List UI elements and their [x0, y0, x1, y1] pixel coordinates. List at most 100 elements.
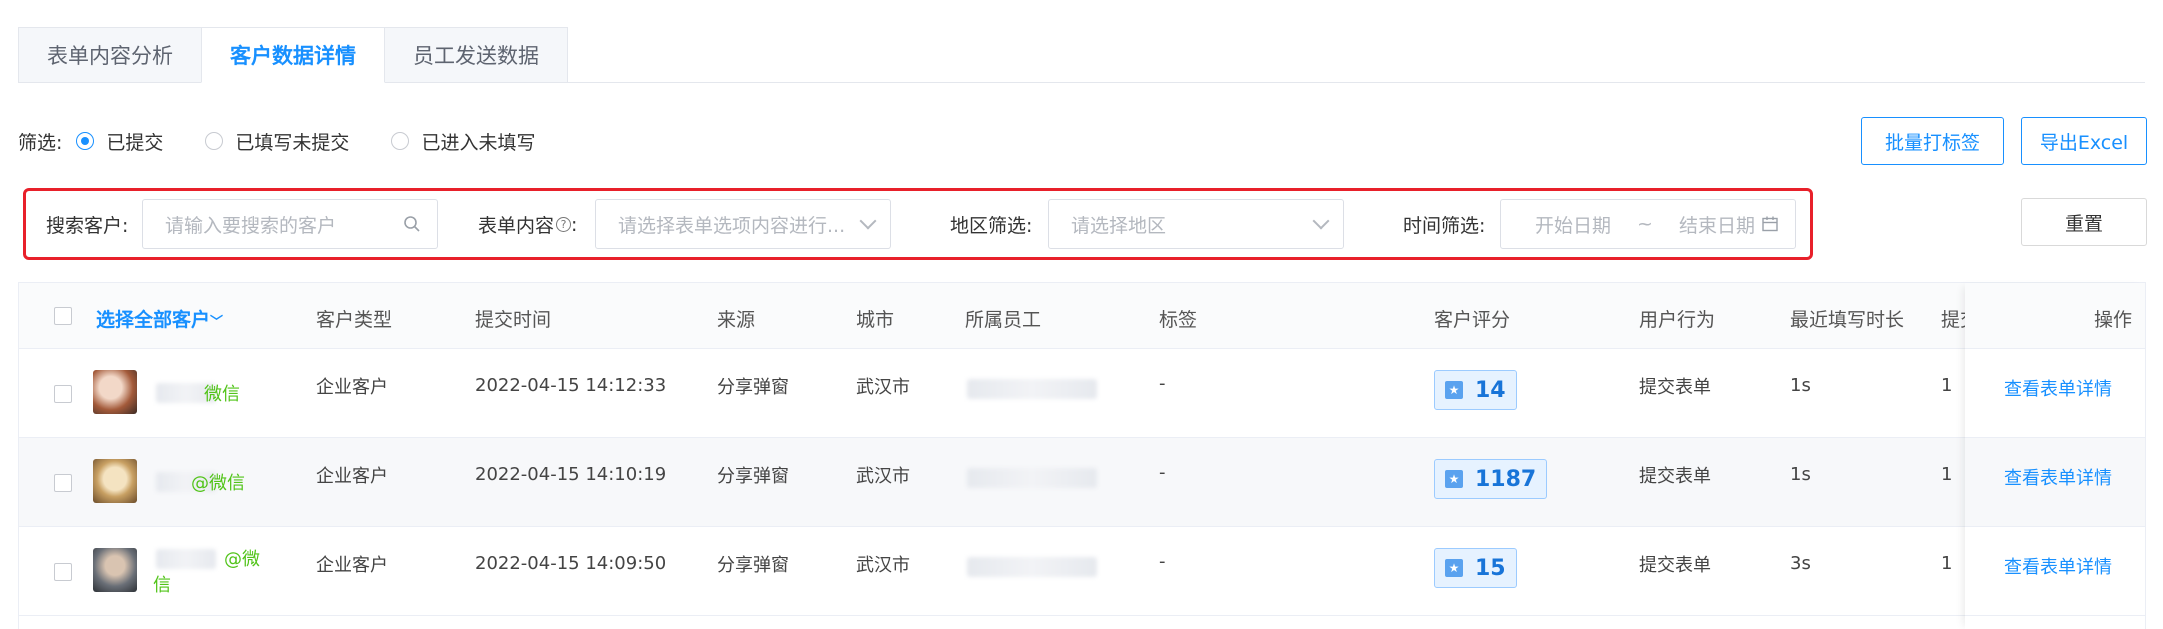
customer-type: 企业客户: [316, 555, 388, 576]
header-staff: 所属员工: [965, 309, 1042, 331]
select-all-checkbox[interactable]: [54, 307, 72, 325]
view-form-details-link[interactable]: 查看表单详情: [2004, 464, 2112, 490]
submit-count: 1: [1941, 464, 1953, 485]
score-badge: ★ 1187: [1434, 459, 1548, 499]
export-excel-button[interactable]: 导出Excel: [2021, 117, 2147, 165]
city: 武汉市: [856, 466, 910, 487]
duration: 3s: [1790, 553, 1811, 574]
range-separator: ~: [1637, 213, 1653, 235]
start-date-placeholder[interactable]: 开始日期: [1535, 211, 1611, 238]
behavior: 提交表单: [1639, 466, 1711, 487]
end-date-placeholder[interactable]: 结束日期: [1679, 211, 1761, 238]
tab-bar: 表单内容分析 客户数据详情 员工发送数据: [18, 27, 568, 83]
city: 武汉市: [856, 377, 910, 398]
region-select[interactable]: 请选择地区: [1048, 199, 1344, 249]
form-content-placeholder: 请选择表单选项内容进行...: [618, 214, 846, 237]
customer-channel: @微信: [191, 473, 245, 494]
header-score: 客户评分: [1434, 309, 1511, 331]
bookmark-star-icon: ★: [1445, 470, 1463, 488]
radio-label: 已进入未填写: [421, 131, 536, 154]
radio-entered-not-filled[interactable]: 已进入未填写: [391, 128, 535, 155]
avatar: [93, 459, 137, 503]
header-customer-type: 客户类型: [316, 309, 393, 331]
region-label: 地区筛选:: [950, 215, 1033, 237]
submit-count: 1: [1941, 553, 1953, 574]
bookmark-star-icon: ★: [1445, 559, 1463, 577]
score-value: 14: [1475, 377, 1506, 403]
form-content-colon: :: [571, 213, 578, 236]
radio-filled-not-submitted[interactable]: 已填写未提交: [205, 128, 349, 155]
search-icon: [404, 216, 420, 232]
customer-channel-wrap: 信: [153, 575, 171, 596]
table-row: @微信 企业客户 2022-04-15 14:10:19 分享弹窗 武汉市 - …: [19, 438, 2145, 527]
city: 武汉市: [856, 555, 910, 576]
view-form-details-link[interactable]: 查看表单详情: [2004, 553, 2112, 579]
reset-button[interactable]: 重置: [2021, 198, 2147, 246]
tab-customer-details[interactable]: 客户数据详情: [201, 27, 385, 83]
tags: -: [1159, 462, 1166, 483]
header-tags: 标签: [1159, 309, 1198, 331]
tags: -: [1159, 373, 1166, 394]
source: 分享弹窗: [717, 555, 789, 576]
radio-submitted[interactable]: 已提交: [76, 128, 163, 155]
status-filter: 筛选: 已提交 已填写未提交 已进入未填写: [18, 126, 557, 156]
customer-channel: 微信: [204, 384, 240, 405]
tab-staff-send-data[interactable]: 员工发送数据: [384, 27, 568, 83]
score-badge: ★ 15: [1434, 548, 1517, 588]
radio-dot: [391, 132, 410, 150]
view-form-details-link[interactable]: 查看表单详情: [2004, 375, 2112, 401]
date-range-picker[interactable]: 开始日期 ~ 结束日期: [1500, 199, 1796, 249]
duration: 1s: [1790, 464, 1811, 485]
radio-dot: [205, 132, 224, 150]
time-label: 时间筛选:: [1403, 215, 1486, 237]
avatar: [93, 548, 137, 592]
radio-label: 已提交: [106, 131, 164, 154]
avatar: [93, 370, 137, 414]
tags: -: [1159, 551, 1166, 572]
masked-staff: [967, 557, 1097, 577]
source: 分享弹窗: [717, 466, 789, 487]
row-checkbox[interactable]: [54, 474, 72, 492]
masked-name: [156, 549, 216, 569]
select-all-label: 选择全部客户: [96, 309, 211, 331]
submit-count: 1: [1941, 375, 1953, 396]
tab-form-analysis[interactable]: 表单内容分析: [18, 27, 202, 83]
form-content-label: 表单内容 ? :: [478, 211, 577, 238]
score-badge: ★ 14: [1434, 370, 1517, 410]
chevron-down-icon: ﹀: [210, 315, 224, 330]
header-submit-time: 提交时间: [475, 309, 552, 331]
header-ops: 操作: [2094, 309, 2133, 331]
behavior: 提交表单: [1639, 555, 1711, 576]
score-value: 15: [1475, 555, 1506, 581]
submit-time: 2022-04-15 14:12:33: [475, 375, 667, 396]
chevron-down-icon: [1312, 212, 1330, 230]
row-checkbox[interactable]: [54, 563, 72, 581]
customer-type: 企业客户: [316, 466, 388, 487]
form-content-label-text: 表单内容: [478, 215, 555, 237]
customer-type: 企业客户: [316, 377, 388, 398]
header-source: 来源: [717, 309, 756, 331]
masked-staff: [967, 468, 1097, 488]
filter-label: 筛选:: [18, 131, 63, 154]
behavior: 提交表单: [1639, 377, 1711, 398]
batch-tag-button[interactable]: 批量打标签: [1861, 117, 2004, 165]
search-customer-input[interactable]: 请输入要搜索的客户: [142, 199, 438, 249]
header-duration: 最近填写时长: [1790, 309, 1905, 331]
source: 分享弹窗: [717, 377, 789, 398]
region-placeholder: 请选择地区: [1071, 214, 1167, 237]
header-behavior: 用户行为: [1639, 309, 1716, 331]
search-customer-placeholder: 请输入要搜索的客户: [165, 214, 337, 237]
help-icon[interactable]: ?: [556, 217, 572, 232]
header-submit-count: 提交: [1941, 309, 1965, 331]
score-value: 1187: [1475, 466, 1537, 492]
bookmark-star-icon: ★: [1445, 381, 1463, 399]
select-all-customers[interactable]: 选择全部客户﹀: [96, 305, 223, 332]
chevron-down-icon: [859, 212, 877, 230]
customer-channel: @微: [224, 549, 260, 570]
duration: 1s: [1790, 375, 1811, 396]
table-header: 选择全部客户﹀ 客户类型 提交时间 来源 城市 所属员工 标签 客户评分 用户行…: [19, 283, 2145, 349]
form-content-select[interactable]: 请选择表单选项内容进行...: [595, 199, 891, 249]
row-checkbox[interactable]: [54, 385, 72, 403]
header-city: 城市: [856, 309, 895, 331]
submit-time: 2022-04-15 14:10:19: [475, 464, 667, 485]
